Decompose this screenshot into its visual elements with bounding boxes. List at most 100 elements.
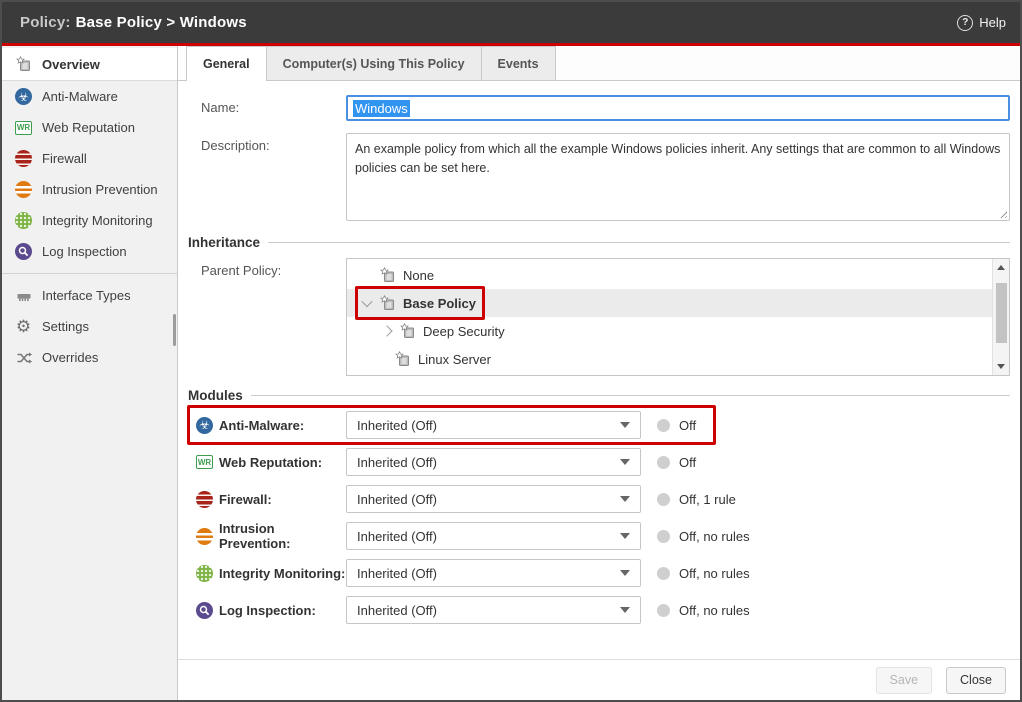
web-reputation-state-dropdown[interactable]: Inherited (Off) xyxy=(346,448,641,476)
log-inspection-icon xyxy=(196,602,213,619)
interface-types-icon xyxy=(15,287,32,304)
module-label: Web Reputation: xyxy=(219,455,346,470)
intrusion-prevention-state-dropdown[interactable]: Inherited (Off) xyxy=(346,522,641,550)
sidebar-item-web-reputation[interactable]: WR Web Reputation xyxy=(2,112,177,143)
description-textarea[interactable]: An example policy from which all the exa… xyxy=(346,133,1010,221)
window-header: Policy: Base Policy > Windows ? Help xyxy=(2,2,1020,43)
module-label: Firewall: xyxy=(219,492,346,507)
help-icon: ? xyxy=(957,15,973,31)
module-row-log-inspection: Log Inspection: Inherited (Off) Off, no … xyxy=(196,596,1010,624)
tree-item-label: Base Policy xyxy=(403,296,476,311)
module-label: Intrusion Prevention: xyxy=(219,521,346,551)
sidebar-item-overview[interactable]: Overview xyxy=(2,48,177,81)
tree-item-partial[interactable] xyxy=(347,373,992,376)
firewall-icon xyxy=(196,491,213,508)
log-inspection-state-dropdown[interactable]: Inherited (Off) xyxy=(346,596,641,624)
page-title: Policy: Base Policy > Windows xyxy=(20,14,247,31)
policy-icon xyxy=(395,351,411,367)
sidebar-divider xyxy=(2,273,177,274)
tab-general[interactable]: General xyxy=(186,46,267,81)
integrity-monitoring-icon xyxy=(15,212,32,229)
module-status: Off, no rules xyxy=(679,529,750,544)
sidebar-item-log-inspection[interactable]: Log Inspection xyxy=(2,236,177,267)
chevron-down-icon[interactable] xyxy=(361,296,372,307)
sidebar-item-firewall[interactable]: Firewall xyxy=(2,143,177,174)
gear-icon: ⚙ xyxy=(15,318,32,335)
module-row-intrusion-prevention: Intrusion Prevention: Inherited (Off) Of… xyxy=(196,522,1010,550)
status-dot xyxy=(657,530,670,543)
integrity-monitoring-icon xyxy=(196,565,213,582)
log-inspection-icon xyxy=(15,243,32,260)
tree-item-label: Linux Server xyxy=(418,352,491,367)
module-row-web-reputation: WR Web Reputation: Inherited (Off) Off xyxy=(196,448,1010,476)
tab-computers-using-this-policy[interactable]: Computer(s) Using This Policy xyxy=(266,46,482,80)
title-text: Base Policy > Windows xyxy=(76,14,247,31)
scroll-down-button[interactable] xyxy=(993,358,1009,375)
tree-item-label: Deep Security xyxy=(423,324,505,339)
anti-malware-icon: ☣ xyxy=(196,417,213,434)
firewall-icon xyxy=(15,150,32,167)
status-dot xyxy=(657,604,670,617)
sidebar-item-label: Intrusion Prevention xyxy=(42,182,158,197)
scrollbar-thumb[interactable] xyxy=(996,283,1007,343)
save-button[interactable]: Save xyxy=(876,667,933,694)
sidebar-item-label: Firewall xyxy=(42,151,87,166)
tree-item-base-policy[interactable]: Base Policy xyxy=(347,289,992,317)
policy-icon xyxy=(380,267,396,283)
policy-name-input[interactable]: Windows xyxy=(346,95,1010,121)
web-reputation-icon: WR xyxy=(196,455,213,469)
status-dot xyxy=(657,567,670,580)
tree-item-linux-server[interactable]: Linux Server xyxy=(347,345,992,373)
module-status: Off xyxy=(679,418,696,433)
dropdown-value: Inherited (Off) xyxy=(357,566,437,581)
module-label: Integrity Monitoring: xyxy=(219,566,346,581)
dropdown-caret-icon xyxy=(620,459,630,465)
anti-malware-state-dropdown[interactable]: Inherited (Off) xyxy=(346,411,641,439)
dropdown-value: Inherited (Off) xyxy=(357,418,437,433)
footer-bar: Save Close xyxy=(178,659,1020,700)
scroll-up-button[interactable] xyxy=(993,259,1009,276)
sidebar-item-label: Interface Types xyxy=(42,288,131,303)
tree-item-deep-security[interactable]: Deep Security xyxy=(347,317,992,345)
sidebar-item-label: Anti-Malware xyxy=(42,89,118,104)
sidebar-item-settings[interactable]: ⚙ Settings xyxy=(2,311,177,342)
tab-events[interactable]: Events xyxy=(481,46,556,80)
chevron-right-icon[interactable] xyxy=(381,325,392,336)
dropdown-value: Inherited (Off) xyxy=(357,529,437,544)
title-prefix: Policy: xyxy=(20,14,71,31)
tree-item-none[interactable]: None xyxy=(347,261,992,289)
help-button[interactable]: ? Help xyxy=(957,15,1006,31)
module-label: Anti-Malware: xyxy=(219,418,346,433)
sidebar-item-label: Integrity Monitoring xyxy=(42,213,153,228)
dropdown-caret-icon xyxy=(620,422,630,428)
sidebar-scrollbar-thumb[interactable] xyxy=(173,314,176,346)
module-status: Off, no rules xyxy=(679,566,750,581)
sidebar-item-anti-malware[interactable]: ☣ Anti-Malware xyxy=(2,81,177,112)
sidebar-item-label: Overrides xyxy=(42,350,98,365)
policy-icon xyxy=(400,323,416,339)
close-button[interactable]: Close xyxy=(946,667,1006,694)
web-reputation-icon: WR xyxy=(15,121,32,135)
sidebar-item-integrity-monitoring[interactable]: Integrity Monitoring xyxy=(2,205,177,236)
module-status: Off, no rules xyxy=(679,603,750,618)
sidebar: Overview ☣ Anti-Malware WR Web Reputatio… xyxy=(2,46,178,700)
integrity-monitoring-state-dropdown[interactable]: Inherited (Off) xyxy=(346,559,641,587)
policy-editor-window: Policy: Base Policy > Windows ? Help Over… xyxy=(0,0,1022,702)
sidebar-item-overrides[interactable]: Overrides xyxy=(2,342,177,373)
dropdown-caret-icon xyxy=(620,496,630,502)
sidebar-item-label: Web Reputation xyxy=(42,120,135,135)
policy-icon xyxy=(380,295,396,311)
sidebar-item-interface-types[interactable]: Interface Types xyxy=(2,280,177,311)
sidebar-item-intrusion-prevention[interactable]: Intrusion Prevention xyxy=(2,174,177,205)
resize-grip-icon[interactable] xyxy=(998,209,1007,218)
module-status: Off, 1 rule xyxy=(679,492,736,507)
firewall-state-dropdown[interactable]: Inherited (Off) xyxy=(346,485,641,513)
name-label: Name: xyxy=(188,95,346,115)
module-status: Off xyxy=(679,455,696,470)
listbox-scrollbar xyxy=(992,259,1009,375)
module-row-integrity-monitoring: Integrity Monitoring: Inherited (Off) Of… xyxy=(196,559,1010,587)
sidebar-item-label: Log Inspection xyxy=(42,244,127,259)
status-dot xyxy=(657,456,670,469)
dropdown-value: Inherited (Off) xyxy=(357,492,437,507)
help-label: Help xyxy=(979,15,1006,30)
